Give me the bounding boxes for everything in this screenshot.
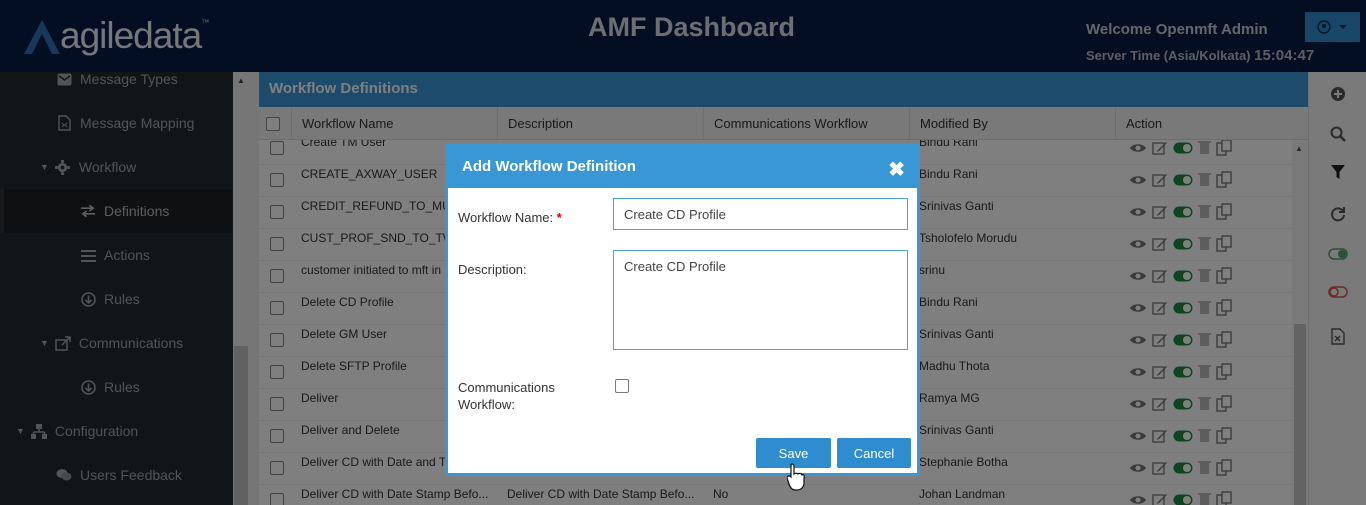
- add-workflow-dialog: Add Workflow Definition ✖ Workflow Name:…: [445, 143, 920, 476]
- close-icon[interactable]: ✖: [888, 157, 905, 182]
- workflow-name-label: Workflow Name: *: [458, 210, 562, 225]
- communications-workflow-checkbox[interactable]: [615, 379, 629, 393]
- dialog-title: Add Workflow Definition: [462, 158, 636, 175]
- description-textarea[interactable]: Create CD Profile: [613, 250, 908, 350]
- hand-pointer-icon: [787, 463, 805, 491]
- workflow-name-input[interactable]: Create CD Profile: [613, 198, 908, 230]
- required-mark: *: [556, 210, 562, 225]
- cancel-button[interactable]: Cancel: [837, 438, 911, 468]
- description-label: Description:: [458, 262, 527, 277]
- communications-workflow-label: Communications Workflow:: [458, 380, 555, 412]
- workflow-name-label-text: Workflow Name:: [458, 210, 554, 225]
- dialog-header: Add Workflow Definition ✖: [448, 146, 917, 188]
- app-window: agiledata ™ AMF Dashboard Welcome Openmf…: [0, 0, 1366, 505]
